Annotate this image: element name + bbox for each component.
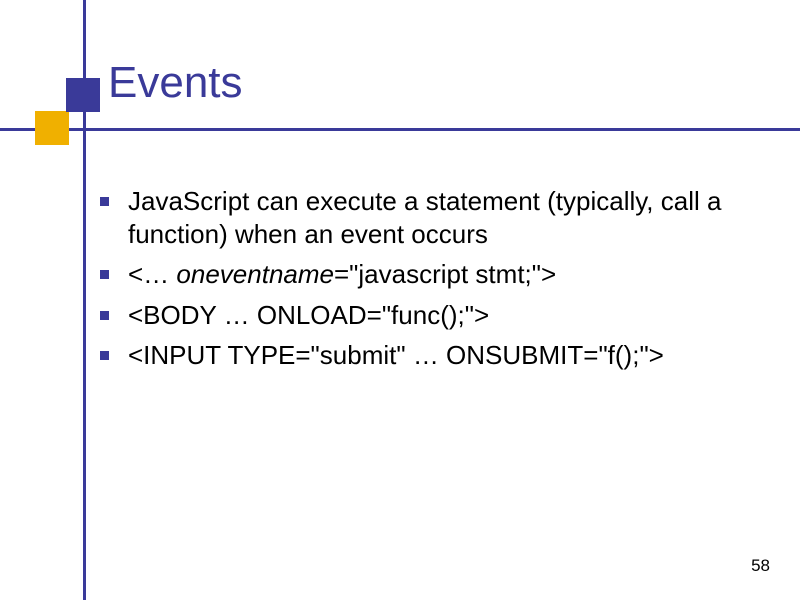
slide-content: JavaScript can execute a statement (typi… xyxy=(100,185,760,380)
bullet-item: <INPUT TYPE="submit" … ONSUBMIT="f();"> xyxy=(100,339,760,372)
bullet-text-italic: oneventname xyxy=(176,259,334,289)
bullet-text: JavaScript can execute a statement (typi… xyxy=(128,186,721,249)
decoration-square-yellow xyxy=(35,111,69,145)
decoration-square-blue xyxy=(66,78,100,112)
bullet-item: <BODY … ONLOAD="func();"> xyxy=(100,299,760,332)
bullet-item: <… oneventname="javascript stmt;"> xyxy=(100,258,760,291)
bullet-item: JavaScript can execute a statement (typi… xyxy=(100,185,760,250)
slide: Events JavaScript can execute a statemen… xyxy=(0,0,800,600)
decoration-horizontal-line xyxy=(0,128,800,131)
bullet-text: <BODY … ONLOAD="func();"> xyxy=(128,300,489,330)
slide-title: Events xyxy=(108,58,243,108)
page-number: 58 xyxy=(751,556,770,576)
bullet-text: <INPUT TYPE="submit" … ONSUBMIT="f();"> xyxy=(128,340,664,370)
bullet-text-suffix: ="javascript stmt;"> xyxy=(334,259,556,289)
bullet-text-prefix: <… xyxy=(128,259,176,289)
